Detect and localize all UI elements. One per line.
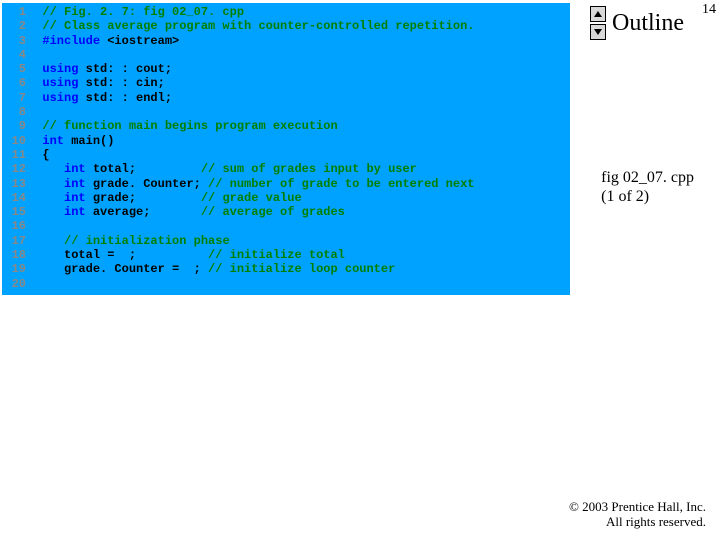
line-number: 1 (2, 5, 28, 19)
code-text: int average; // average of grades (28, 205, 345, 219)
code-text: // initialization phase (28, 234, 230, 248)
caption-part: (1 of 2) (601, 187, 694, 206)
line-number: 15 (2, 205, 28, 219)
code-text: int total; // sum of grades input by use… (28, 162, 417, 176)
code-text: using std: : cin; (28, 76, 165, 90)
code-line: 3 #include <iostream> (2, 34, 570, 48)
line-number: 20 (2, 277, 28, 291)
code-text: { (28, 148, 50, 162)
code-line: 19 grade. Counter = ; // initialize loop… (2, 262, 570, 276)
line-number: 7 (2, 91, 28, 105)
line-number: 12 (2, 162, 28, 176)
code-line: 10 int main() (2, 134, 570, 148)
chevron-down-icon (594, 29, 602, 35)
line-number: 3 (2, 34, 28, 48)
code-text: using std: : cout; (28, 62, 172, 76)
code-line: 16 (2, 219, 570, 233)
code-line: 11 { (2, 148, 570, 162)
line-number: 2 (2, 19, 28, 33)
code-line: 14 int grade; // grade value (2, 191, 570, 205)
line-number: 10 (2, 134, 28, 148)
line-number: 14 (2, 191, 28, 205)
code-line: 17 // initialization phase (2, 234, 570, 248)
code-line: 15 int average; // average of grades (2, 205, 570, 219)
line-number: 8 (2, 105, 28, 119)
line-number: 5 (2, 62, 28, 76)
code-line: 8 (2, 105, 570, 119)
code-line: 7 using std: : endl; (2, 91, 570, 105)
code-text: int grade. Counter; // number of grade t… (28, 177, 475, 191)
line-number: 6 (2, 76, 28, 90)
line-number: 19 (2, 262, 28, 276)
code-line: 18 total = ; // initialize total (2, 248, 570, 262)
code-text (28, 105, 42, 119)
code-listing: 1 // Fig. 2. 7: fig 02_07. cpp2 // Class… (2, 3, 570, 295)
copyright-line2: All rights reserved. (569, 514, 706, 530)
code-line: 2 // Class average program with counter-… (2, 19, 570, 33)
code-text (28, 277, 42, 291)
code-line: 6 using std: : cin; (2, 76, 570, 90)
code-text (28, 48, 42, 62)
code-text (28, 219, 42, 233)
line-number: 13 (2, 177, 28, 191)
copyright-line1: © 2003 Prentice Hall, Inc. (569, 499, 706, 515)
code-line: 5 using std: : cout; (2, 62, 570, 76)
code-text: int main() (28, 134, 114, 148)
code-text: #include <iostream> (28, 34, 179, 48)
code-text: total = ; // initialize total (28, 248, 345, 262)
outline-down-button[interactable] (590, 24, 606, 40)
line-number: 9 (2, 119, 28, 133)
code-text: // Fig. 2. 7: fig 02_07. cpp (28, 5, 244, 19)
outline-up-button[interactable] (590, 6, 606, 22)
outline-controls: Outline (590, 6, 684, 40)
code-line: 1 // Fig. 2. 7: fig 02_07. cpp (2, 5, 570, 19)
line-number: 4 (2, 48, 28, 62)
slide: { "pagenum": "14", "outline": { "title":… (0, 0, 720, 540)
code-line: 12 int total; // sum of grades input by … (2, 162, 570, 176)
code-text: // Class average program with counter-co… (28, 19, 474, 33)
caption-file: fig 02_07. cpp (601, 168, 694, 187)
code-text: using std: : endl; (28, 91, 172, 105)
outline-title: Outline (612, 10, 684, 37)
line-number: 18 (2, 248, 28, 262)
code-line: 9 // function main begins program execut… (2, 119, 570, 133)
caption: fig 02_07. cpp (1 of 2) (601, 168, 694, 206)
code-text: // function main begins program executio… (28, 119, 338, 133)
code-text: int grade; // grade value (28, 191, 302, 205)
outline-buttons (590, 6, 606, 40)
line-number: 17 (2, 234, 28, 248)
line-number: 11 (2, 148, 28, 162)
code-line: 4 (2, 48, 570, 62)
code-line: 20 (2, 277, 570, 291)
line-number: 16 (2, 219, 28, 233)
code-line: 13 int grade. Counter; // number of grad… (2, 177, 570, 191)
chevron-up-icon (594, 11, 602, 17)
page-number: 14 (702, 2, 716, 18)
copyright: © 2003 Prentice Hall, Inc. All rights re… (569, 499, 706, 530)
code-text: grade. Counter = ; // initialize loop co… (28, 262, 395, 276)
